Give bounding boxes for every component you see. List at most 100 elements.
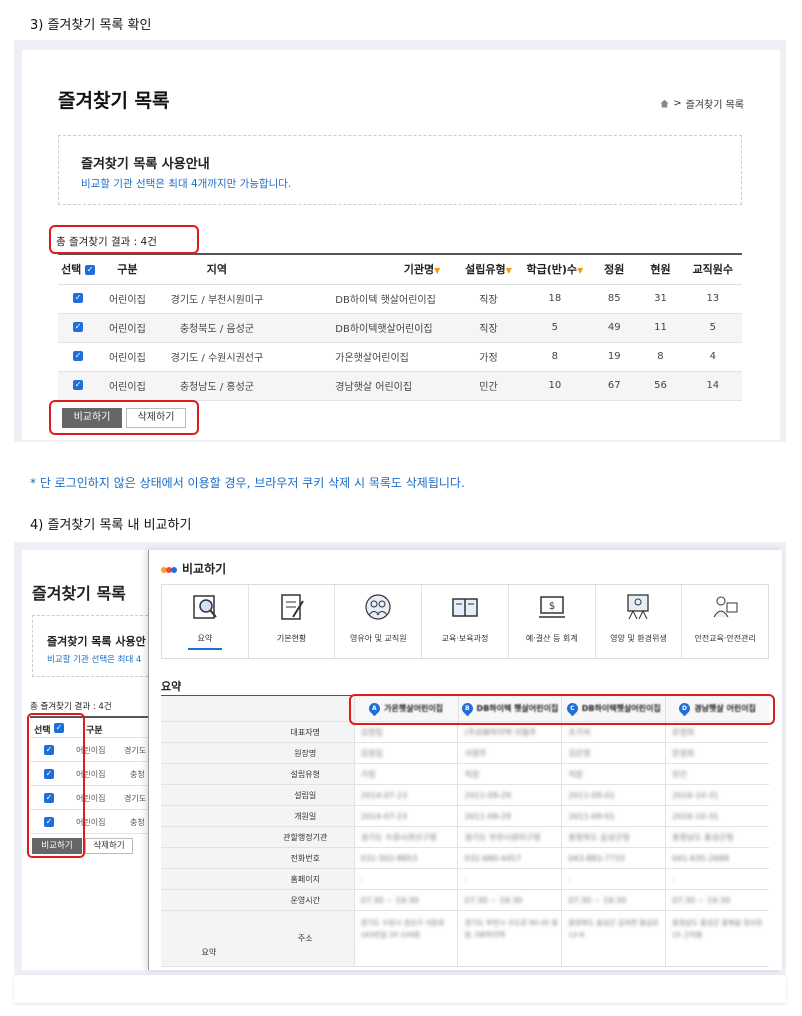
field-value: 031-502-8853 [353, 848, 458, 868]
field-value: 김정임 [353, 722, 458, 742]
cell-capacity: 67 [591, 371, 638, 401]
tab-summary[interactable]: 요약 [162, 585, 249, 658]
tab-basic-status[interactable]: 기본현황 [249, 585, 336, 658]
bg-col-type: 구분 [86, 726, 103, 736]
field-value: 김정임 [353, 743, 458, 763]
comparison-row: 대표자명 김정임 (주)DB하이텍 이필주 조기석 문정희 [161, 722, 769, 743]
bg-guide-title: 즐겨찾기 목록 사용안 [47, 635, 146, 648]
field-label: 주소 [256, 911, 354, 966]
modal-title: 비교하기 [161, 560, 226, 577]
field-label: 설립일 [256, 785, 354, 805]
field-label: 원장명 [256, 743, 354, 763]
brand-dots-icon [161, 562, 177, 576]
col-staff: 교직원수 [683, 253, 742, 285]
tab-safety[interactable]: 안전교육·안전관리 [682, 585, 768, 658]
row-checkbox[interactable]: ✓ [73, 380, 84, 390]
step3-heading: 3) 즐겨찾기 목록 확인 [30, 18, 152, 33]
field-value: 2011-09-01 [561, 806, 665, 826]
bg-cell-region: 경기도 [124, 746, 147, 755]
cell-capacity: 19 [591, 342, 638, 372]
bg-delete-button[interactable]: 삭제하기 [85, 838, 133, 854]
bg-guide-desc: 비교할 기관 선택은 최대 4 [47, 655, 142, 665]
row-group-cell [161, 827, 257, 847]
people-icon [365, 594, 391, 620]
field-value: 2016-10-31 [665, 785, 769, 805]
comparison-row: 홈페이지 - - - - [161, 869, 769, 890]
field-value: 민간 [665, 764, 769, 784]
cell-name-link[interactable]: 경남햇살 어린이집 [277, 371, 459, 401]
highlight-total-count [49, 225, 199, 254]
row-group-cell [161, 743, 257, 763]
tab-education[interactable]: 교육·보육과정 [422, 585, 509, 658]
field-value: 07:30 ~ 19:30 [353, 890, 458, 910]
cell-region: 경기도 / 수원시권선구 [156, 342, 278, 372]
row-checkbox[interactable]: ✓ [73, 322, 84, 332]
cell-staff: 4 [683, 342, 742, 372]
cell-capacity: 85 [591, 284, 638, 314]
tab-label: 요약 [197, 634, 213, 643]
field-value: 043-883-7733 [561, 848, 665, 868]
tab-label: 교육·보육과정 [441, 634, 489, 643]
tab-nutrition[interactable]: 영양 및 환경위생 [596, 585, 683, 658]
field-label: 개원일 [256, 806, 354, 826]
field-value: 충청북도 음성군 감곡면 황금로 13-8 [561, 911, 665, 966]
field-label: 홈페이지 [256, 869, 354, 889]
breadcrumb-separator: > [673, 98, 682, 109]
bg-cell-region: 경기도 [124, 794, 147, 803]
field-value: 2011-09-29 [457, 806, 561, 826]
row-checkbox[interactable]: ✓ [73, 351, 84, 361]
svg-text:$: $ [549, 601, 555, 612]
field-value: 서영주 [457, 743, 561, 763]
row-checkbox[interactable]: ✓ [73, 293, 84, 303]
comparison-row: 운영시간 07:30 ~ 19:30 07:30 ~ 19:30 07:30 ~ 19… [161, 890, 769, 911]
cell-est: 직장 [458, 284, 519, 314]
page-title: 즐겨찾기 목록 [58, 90, 170, 112]
field-value: 07:30 ~ 19:30 [457, 890, 561, 910]
book-icon [452, 598, 478, 617]
compare-modal: 비교하기 요약 기본현황 영유아 및 교직원 교육·보육과정 $ 예·결산 등 … [148, 550, 782, 970]
cell-name-link[interactable]: 가온햇살어린이집 [277, 342, 459, 372]
select-all-checkbox[interactable]: ✓ [85, 265, 96, 276]
cell-name-link[interactable]: DB하이텍 햇살어린이집 [277, 284, 459, 314]
col-region: 지역 [156, 253, 278, 285]
sort-icon: ▼ [577, 266, 584, 276]
col-select[interactable]: 선택 ✓ [58, 253, 99, 285]
guide-description: 비교할 기관 선택은 최대 4개까지만 가능합니다. [81, 178, 292, 190]
field-value: 충청남도 홍성군 홍북읍 청사로 15 근처동 [665, 911, 769, 966]
cell-staff: 14 [683, 371, 742, 401]
col-classes[interactable]: 학급(반)수▼ [518, 253, 592, 285]
tab-children-staff[interactable]: 영유아 및 교직원 [335, 585, 423, 658]
col-type: 구분 [98, 253, 157, 285]
cell-name-link[interactable]: DB하이텍햇살어린이집 [277, 313, 459, 343]
col-est-type[interactable]: 설립유형▼ [458, 253, 519, 285]
cell-staff: 5 [683, 313, 742, 343]
field-value: 경기도 부천시 수도로 90-35 동원, DB하이텍 [457, 911, 561, 966]
cell-current: 8 [637, 342, 684, 372]
home-icon[interactable] [660, 99, 669, 108]
row-group-cell [161, 764, 257, 784]
field-label: 운영시간 [256, 890, 354, 910]
cell-region: 충청북도 / 음성군 [156, 313, 278, 343]
compare-tabs: 요약 기본현황 영유아 및 교직원 교육·보육과정 $ 예·결산 등 회계 영양… [161, 584, 769, 659]
breadcrumb-current: 즐겨찾기 목록 [685, 100, 744, 111]
tab-label: 기본현황 [276, 634, 307, 643]
bottom-bar [14, 975, 786, 1003]
cell-classes: 18 [518, 284, 592, 314]
cell-classes: 8 [518, 342, 592, 372]
table-row: ✓ 어린이집 충청남도 / 홍성군 경남햇살 어린이집 민간 10 67 56 … [58, 371, 742, 401]
comparison-row: 개원일 2014-07-23 2011-09-29 2011-09-01 2016-10… [161, 806, 769, 827]
sort-icon: ▼ [434, 266, 441, 276]
col-name[interactable]: 기관명▼ [277, 253, 459, 285]
field-value: 경기도 수원시권선구청 [353, 827, 458, 847]
sort-icon: ▼ [505, 266, 512, 276]
table-row: ✓ 어린이집 경기도 / 부천시원미구 DB하이텍 햇살어린이집 직장 18 8… [58, 284, 742, 314]
tab-accounting[interactable]: $ 예·결산 등 회계 [509, 585, 596, 658]
field-value: - [561, 869, 665, 889]
cell-est: 가정 [458, 342, 519, 372]
field-value: 경기도 수원시 권선구 서둔로 163번길 20 104동 [353, 911, 458, 966]
active-tab-indicator [188, 648, 222, 650]
group-label: 요약 [201, 948, 217, 957]
table-row: ✓ 어린이집 충청북도 / 음성군 DB하이텍햇살어린이집 직장 5 49 11… [58, 313, 742, 343]
field-value: 조기석 [561, 722, 665, 742]
notebook-pen-icon [280, 594, 304, 620]
